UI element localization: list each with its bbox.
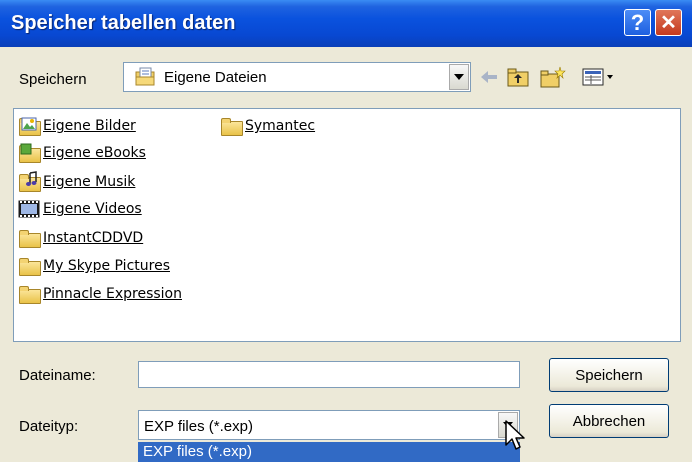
- list-item[interactable]: Eigene Videos: [18, 198, 142, 220]
- music-folder-icon: [18, 171, 41, 192]
- save-in-value: Eigene Dateien: [164, 69, 267, 86]
- cancel-button[interactable]: Abbrechen: [549, 404, 669, 438]
- list-item-label: Eigene Bilder: [43, 118, 136, 134]
- list-item[interactable]: My Skype Pictures: [18, 255, 170, 277]
- save-in-dropdown[interactable]: Eigene Dateien: [123, 62, 471, 92]
- folder-icon: [220, 117, 243, 136]
- list-item-label: Eigene Videos: [43, 201, 142, 217]
- pictures-folder-icon: [18, 117, 41, 136]
- list-item-label: Eigene eBooks: [43, 145, 146, 161]
- filetype-value: EXP files (*.exp): [144, 418, 253, 435]
- list-item[interactable]: Eigene Bilder: [18, 115, 136, 137]
- list-item-label: Eigene Musik: [43, 174, 136, 190]
- window-title: Speicher tabellen daten: [11, 12, 236, 34]
- list-item-label: Symantec: [245, 118, 316, 134]
- back-arrow-icon[interactable]: [478, 66, 500, 88]
- save-button[interactable]: Speichern: [549, 358, 669, 392]
- ebooks-folder-icon: [18, 143, 41, 163]
- mouse-cursor-icon: [505, 420, 527, 458]
- file-list[interactable]: Eigene Bilder Eigene eBooks Eigene Musik…: [13, 108, 681, 342]
- save-in-label: Speichern: [19, 71, 87, 88]
- list-item[interactable]: Eigene eBooks: [18, 142, 146, 164]
- filetype-option[interactable]: EXP files (*.exp): [138, 442, 520, 462]
- filename-label: Dateiname:: [19, 367, 96, 384]
- videos-folder-icon: [18, 200, 40, 218]
- list-item[interactable]: Pinnacle Expression: [18, 283, 182, 305]
- folder-icon: [18, 257, 41, 276]
- filetype-label: Dateityp:: [19, 418, 79, 435]
- new-folder-icon[interactable]: [540, 66, 566, 88]
- folder-icon: [18, 285, 41, 304]
- help-button[interactable]: ?: [624, 9, 651, 36]
- filetype-dropdown[interactable]: EXP files (*.exp): [138, 410, 520, 440]
- list-item[interactable]: Symantec: [220, 115, 315, 137]
- list-item[interactable]: InstantCDDVD: [18, 227, 143, 249]
- up-one-level-icon[interactable]: [507, 66, 529, 88]
- list-item[interactable]: Eigene Musik: [18, 171, 135, 193]
- filename-input[interactable]: [138, 361, 520, 388]
- list-item-label: InstantCDDVD: [43, 230, 144, 246]
- close-button[interactable]: ✕: [655, 9, 682, 36]
- title-bar[interactable]: Speicher tabellen daten ? ✕: [0, 0, 692, 47]
- folder-documents-icon: [134, 67, 156, 91]
- folder-icon: [18, 229, 41, 248]
- chevron-down-icon[interactable]: [449, 64, 469, 90]
- views-menu-icon[interactable]: [582, 66, 616, 88]
- list-item-label: My Skype Pictures: [43, 258, 170, 274]
- list-item-label: Pinnacle Expression: [43, 286, 182, 302]
